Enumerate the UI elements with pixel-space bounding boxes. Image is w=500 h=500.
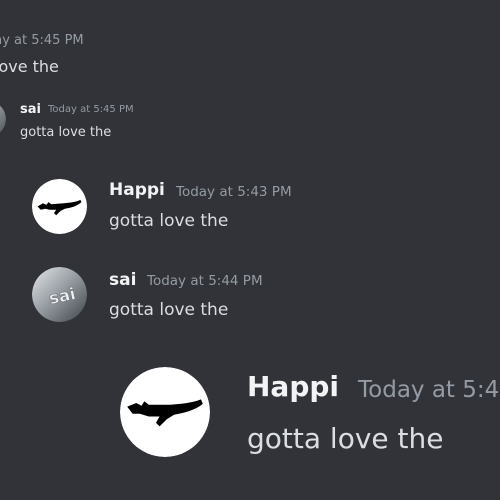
message-content: gotta love the: [20, 125, 112, 140]
message-timestamp: day at 5:45 PM: [0, 33, 84, 48]
message-author[interactable]: sai: [20, 102, 41, 117]
message-content: love the: [0, 57, 59, 76]
dog-silhouette-avatar-icon[interactable]: [120, 367, 210, 457]
message-timestamp: Today at 5:4: [358, 377, 500, 403]
message-timestamp: Today at 5:45 PM: [48, 104, 134, 115]
message-author[interactable]: Happi: [247, 370, 339, 403]
chat-message-list: day at 5:45 PM love the sai Today at 5:4…: [0, 0, 500, 500]
dog-silhouette-avatar-icon[interactable]: [32, 179, 87, 234]
message-timestamp: Today at 5:44 PM: [147, 273, 263, 289]
message-author[interactable]: sai: [109, 270, 136, 290]
sai-avatar-icon[interactable]: [0, 101, 6, 137]
message-content: gotta love the: [247, 422, 444, 455]
message-content: gotta love the: [109, 211, 229, 231]
message-author[interactable]: Happi: [109, 180, 165, 200]
message-timestamp: Today at 5:43 PM: [176, 184, 292, 200]
sai-avatar-icon[interactable]: sai: [32, 267, 87, 322]
message-content: gotta love the: [109, 300, 229, 320]
